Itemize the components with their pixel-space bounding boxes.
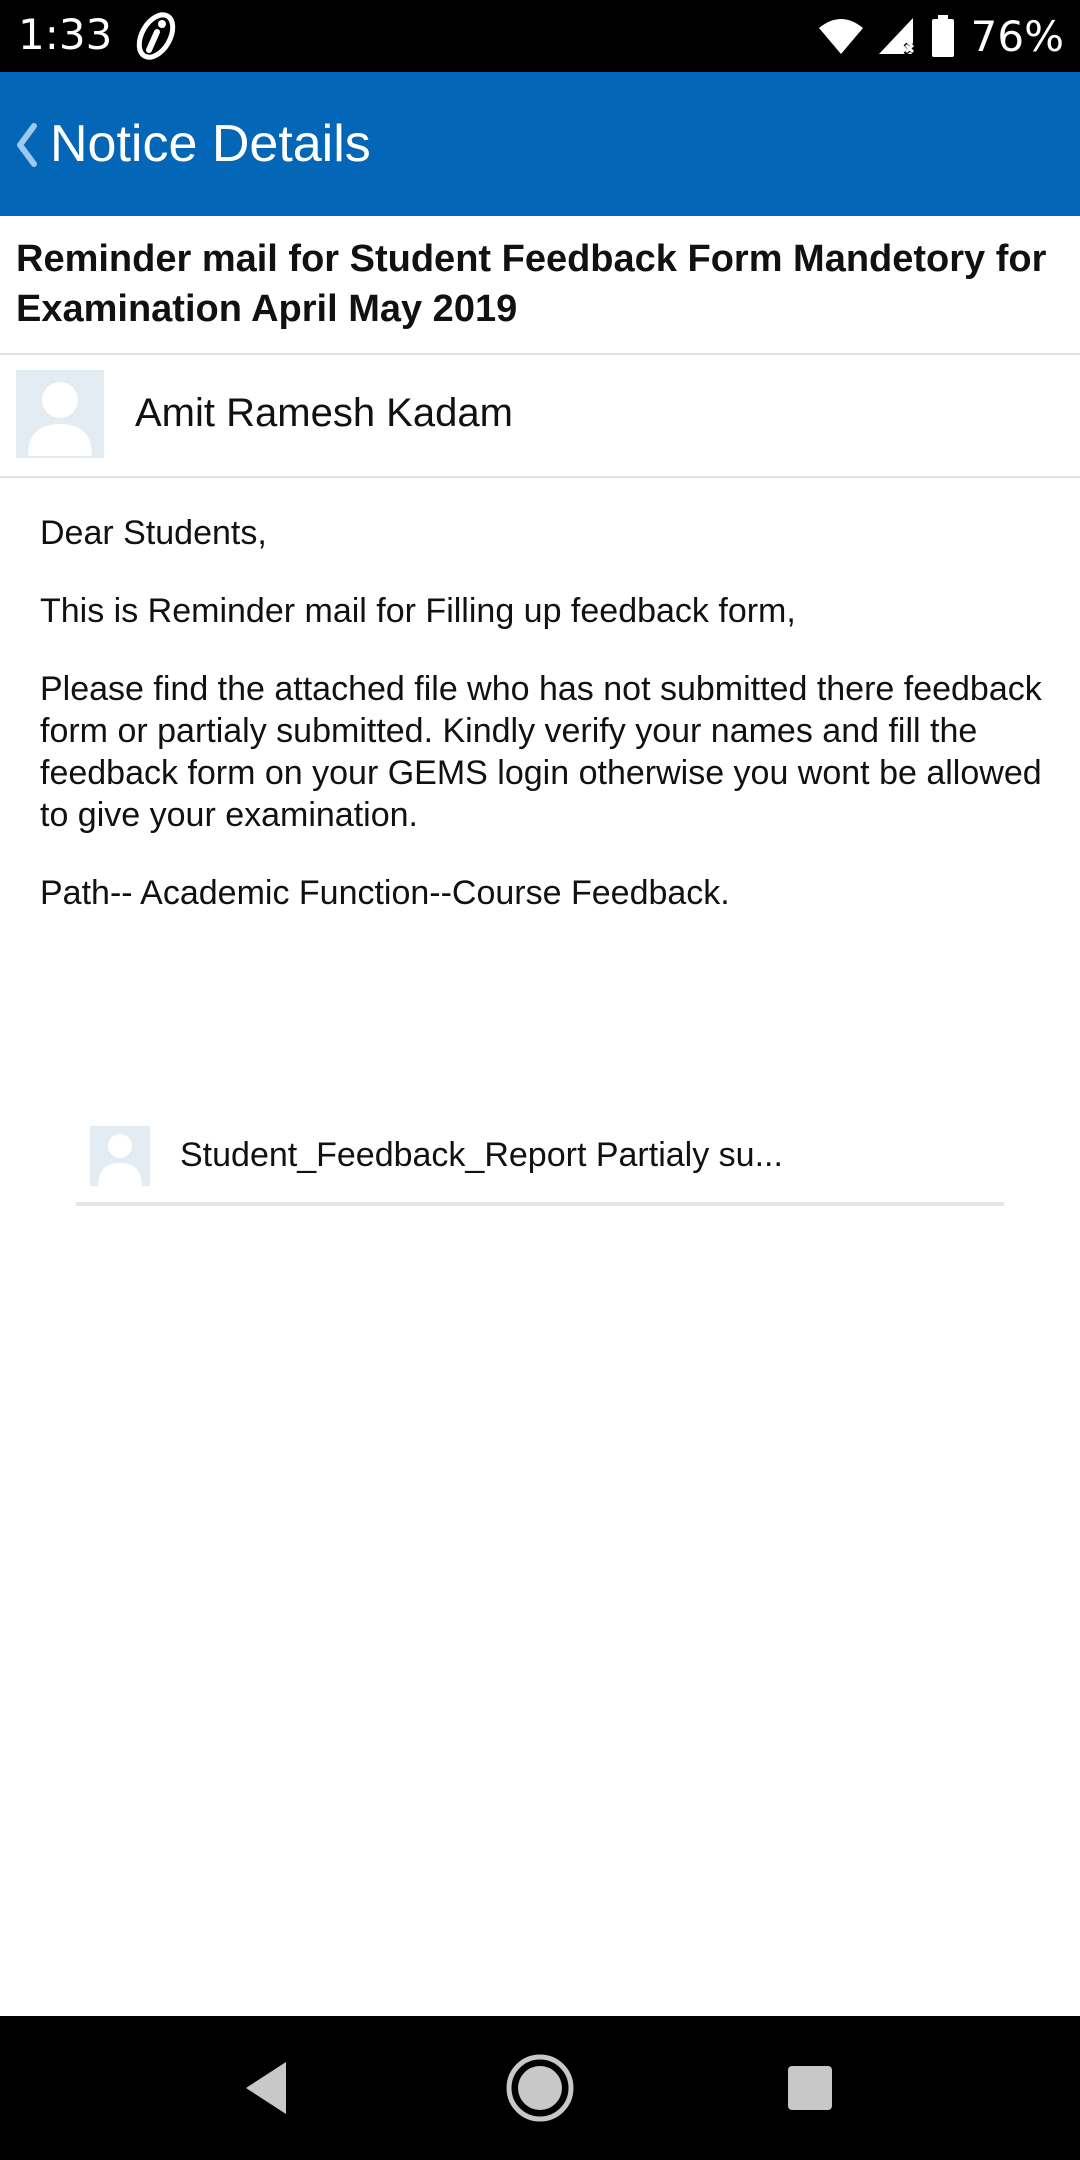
wifi-icon xyxy=(818,19,863,54)
notice-title: Reminder mail for Student Feedback Form … xyxy=(16,238,1047,330)
app-bar: Notice Details xyxy=(0,72,1080,216)
battery-percentage: 76% xyxy=(970,11,1064,61)
attachment-underline xyxy=(76,1202,1004,1206)
attachment-thumbnail-icon xyxy=(90,1126,150,1186)
status-time: 1:33 xyxy=(18,10,113,59)
back-button[interactable]: Notice Details xyxy=(0,72,391,216)
home-circle-icon[interactable] xyxy=(500,2048,580,2128)
body-path: Path-- Academic Function--Course Feedbac… xyxy=(40,874,730,912)
navigation-bar xyxy=(0,2016,1080,2160)
attachment-name: Student_Feedback_Report Partialy su... xyxy=(180,1136,783,1174)
app-notification-icon xyxy=(136,12,176,60)
body-paragraph: This is Reminder mail for Filling up fee… xyxy=(40,592,796,630)
battery-icon xyxy=(931,15,954,57)
avatar xyxy=(16,370,104,458)
page-title: Notice Details xyxy=(50,115,371,173)
recents-square-icon[interactable] xyxy=(770,2048,850,2128)
author-name: Amit Ramesh Kadam xyxy=(135,391,513,435)
body-greeting: Dear Students, xyxy=(40,514,267,552)
author-row: Amit Ramesh Kadam xyxy=(0,355,1080,477)
chevron-left-icon xyxy=(17,123,37,167)
body-paragraph: Please find the attached file who has no… xyxy=(40,670,1042,834)
status-bar: 1:33 76% xyxy=(0,0,1080,72)
attachment-item[interactable]: Student_Feedback_Report Partialy su... xyxy=(76,1122,1004,1206)
cell-signal-icon xyxy=(878,18,917,56)
notice-body: Dear Students, This is Reminder mail for… xyxy=(40,512,1050,950)
divider xyxy=(0,476,1080,478)
back-triangle-icon[interactable] xyxy=(226,2048,306,2128)
status-icons: 76% xyxy=(817,8,1064,64)
